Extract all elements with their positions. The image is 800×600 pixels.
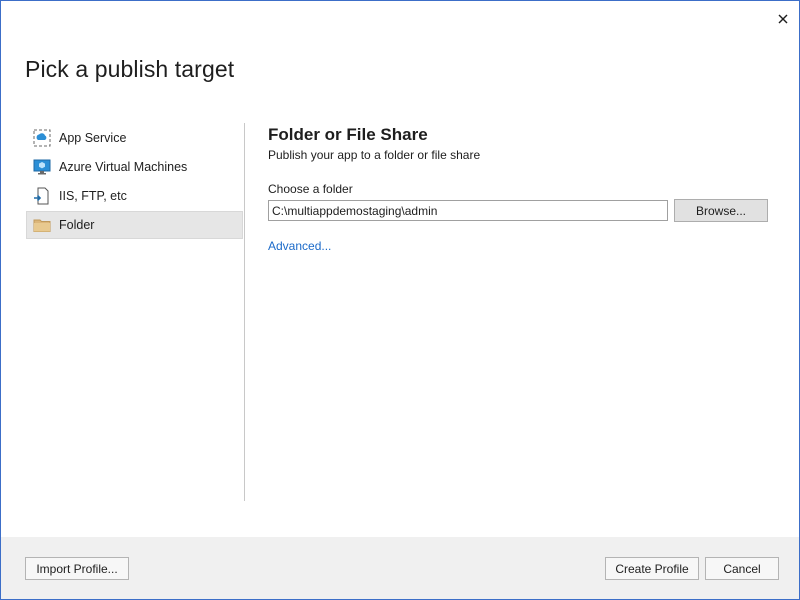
advanced-link[interactable]: Advanced... bbox=[268, 239, 331, 253]
sidebar-item-iis-ftp[interactable]: IIS, FTP, etc bbox=[26, 182, 243, 210]
import-profile-button[interactable]: Import Profile... bbox=[25, 557, 129, 580]
dialog-title: Pick a publish target bbox=[25, 56, 235, 82]
create-profile-button[interactable]: Create Profile bbox=[605, 557, 699, 580]
panel-divider bbox=[244, 123, 245, 501]
sidebar-item-label: Folder bbox=[59, 218, 95, 232]
folder-field-label: Choose a folder bbox=[268, 182, 353, 196]
folder-icon bbox=[33, 216, 51, 234]
publish-target-list: App Service Azure Virtual Machines IIS, … bbox=[26, 124, 243, 240]
close-button[interactable] bbox=[771, 7, 795, 31]
section-title: Folder or File Share bbox=[268, 125, 428, 144]
sidebar-item-label: App Service bbox=[59, 131, 127, 145]
app-service-icon bbox=[33, 129, 51, 147]
sidebar-item-azure-virtual-machines[interactable]: Azure Virtual Machines bbox=[26, 153, 243, 181]
browse-button[interactable]: Browse... bbox=[674, 199, 768, 222]
folder-path-input[interactable] bbox=[268, 200, 668, 221]
section-subtitle: Publish your app to a folder or file sha… bbox=[268, 148, 481, 162]
cancel-button[interactable]: Cancel bbox=[705, 557, 779, 580]
close-icon bbox=[778, 14, 788, 24]
sidebar-item-app-service[interactable]: App Service bbox=[26, 124, 243, 152]
target-details-panel: Folder or File Share Publish your app to… bbox=[268, 125, 778, 255]
publish-dialog: Pick a publish target App Service Azure bbox=[0, 0, 800, 600]
sidebar-item-label: IIS, FTP, etc bbox=[59, 189, 127, 203]
iis-ftp-icon bbox=[33, 187, 51, 205]
virtual-machine-icon bbox=[33, 158, 51, 176]
folder-row: Browse... bbox=[268, 199, 778, 222]
sidebar-item-label: Azure Virtual Machines bbox=[59, 160, 188, 174]
sidebar-item-folder[interactable]: Folder bbox=[26, 211, 243, 239]
dialog-footer: Import Profile... Create Profile Cancel bbox=[1, 537, 799, 599]
